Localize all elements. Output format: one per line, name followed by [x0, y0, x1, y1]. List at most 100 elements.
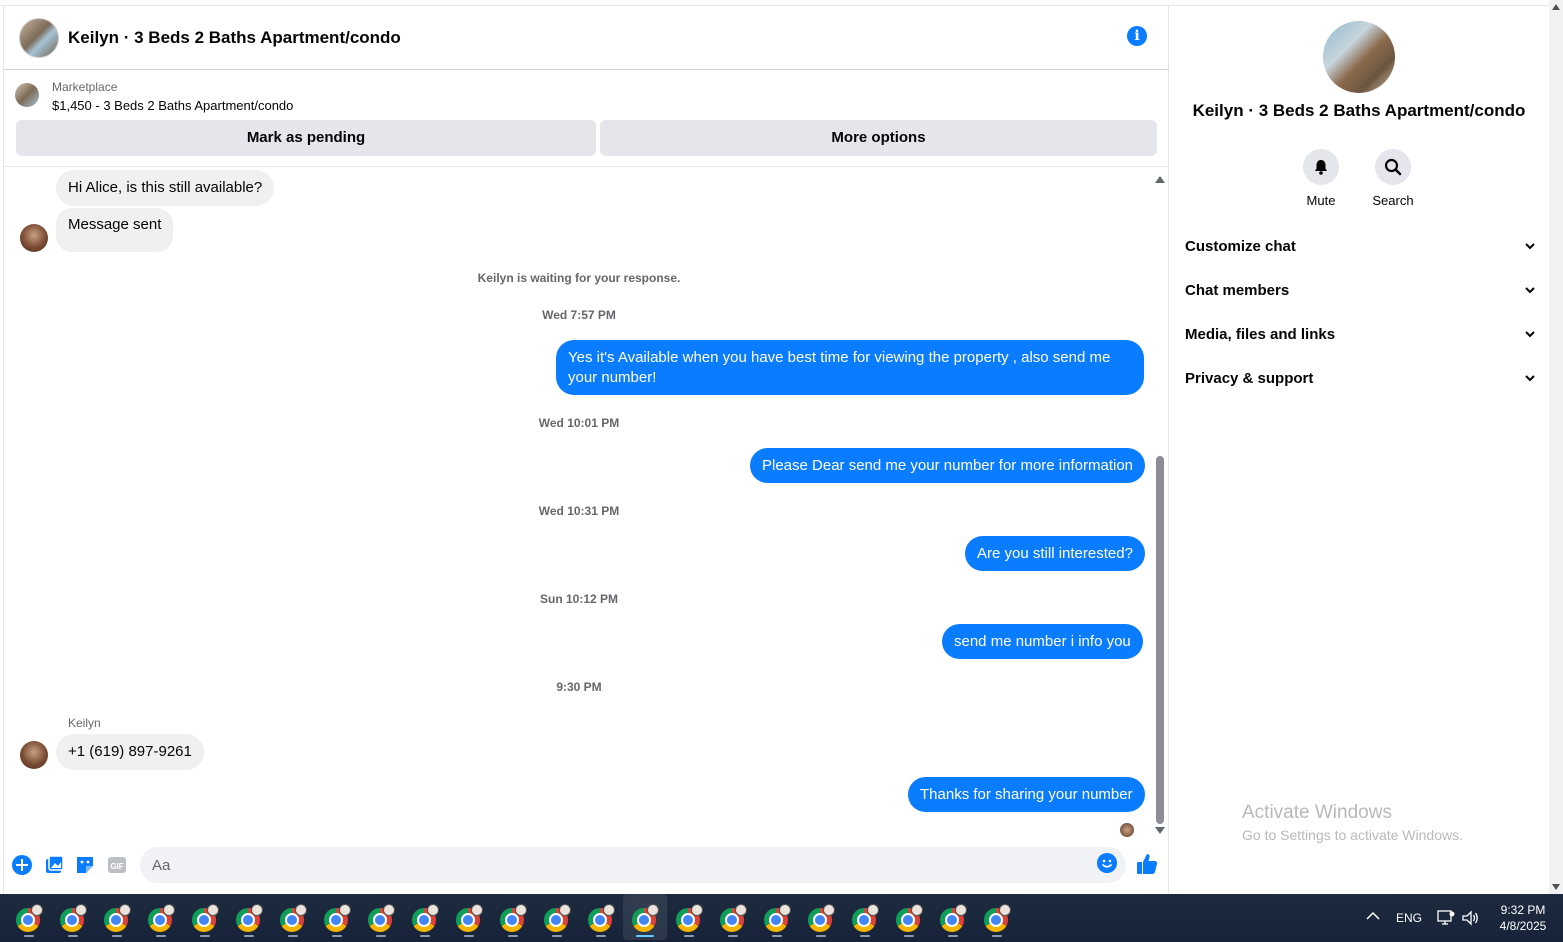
- chrome-window-button[interactable]: [148, 904, 176, 937]
- more-options-button[interactable]: More options: [600, 120, 1157, 156]
- profile-badge-icon: [515, 904, 527, 916]
- incoming-message[interactable]: Hi Alice, is this still available?: [56, 170, 275, 206]
- outgoing-message[interactable]: Yes it's Available when you have best ti…: [556, 340, 1144, 395]
- search-action[interactable]: Search: [1363, 149, 1423, 208]
- chrome-window-button[interactable]: [412, 904, 440, 937]
- profile-badge-icon: [779, 904, 791, 916]
- profile-badge-icon: [119, 904, 131, 916]
- message-composer: GIF: [4, 844, 1169, 888]
- plus-icon[interactable]: [11, 854, 33, 876]
- section-label: Media, files and links: [1185, 325, 1336, 343]
- marketplace-banner: Marketplace $1,450 - 3 Beds 2 Baths Apar…: [4, 70, 1169, 167]
- chat-details-sidebar: Keilyn · 3 Beds 2 Baths Apartment/condo …: [1169, 6, 1549, 894]
- chevron-down-icon: [1525, 375, 1535, 382]
- chat-scrollbar[interactable]: [1155, 176, 1165, 834]
- outgoing-message[interactable]: Please Dear send me your number for more…: [750, 448, 1146, 483]
- profile-badge-icon: [31, 904, 43, 916]
- chrome-window-button[interactable]: [324, 904, 352, 937]
- profile-badge-icon: [75, 904, 87, 916]
- chevron-down-icon: [1525, 287, 1535, 294]
- scroll-down-arrow[interactable]: [1155, 827, 1165, 834]
- chevron-up-icon[interactable]: [1366, 911, 1380, 921]
- scroll-up-arrow[interactable]: [1155, 176, 1165, 183]
- sidebar-listing-avatar[interactable]: [1323, 21, 1395, 93]
- page-scrollbar[interactable]: [1549, 0, 1563, 894]
- running-indicator: [596, 935, 606, 937]
- photo-icon[interactable]: [43, 854, 65, 876]
- profile-badge-icon: [207, 904, 219, 916]
- running-indicator: [420, 935, 430, 937]
- message-input[interactable]: [140, 847, 1126, 883]
- clock-date: 4/8/2025: [1499, 919, 1547, 933]
- listing-avatar[interactable]: [19, 17, 59, 58]
- profile-badge-icon: [955, 904, 967, 916]
- listing-price[interactable]: $1,450 - 3 Beds 2 Baths Apartment/condo: [52, 98, 293, 113]
- emoji-icon[interactable]: [1097, 853, 1117, 873]
- page-scroll-up-arrow[interactable]: [1552, 4, 1560, 10]
- chrome-window-button[interactable]: [544, 904, 572, 937]
- chrome-window-button[interactable]: [192, 904, 220, 937]
- section-label: Customize chat: [1185, 237, 1296, 255]
- incoming-message[interactable]: +1 (619) 897-9261: [56, 734, 204, 770]
- profile-badge-icon: [471, 904, 483, 916]
- conversation-panel: Keilyn · 3 Beds 2 Baths Apartment/condo …: [3, 6, 1169, 894]
- chrome-window-button[interactable]: [984, 904, 1012, 937]
- section-media-files-links[interactable]: Media, files and links: [1185, 312, 1535, 356]
- profile-badge-icon: [603, 904, 615, 916]
- info-icon[interactable]: i: [1127, 26, 1147, 46]
- running-indicator: [860, 935, 870, 937]
- network-icon[interactable]: [1437, 910, 1455, 926]
- chrome-window-button-active[interactable]: [623, 894, 667, 940]
- chrome-window-button[interactable]: [764, 904, 792, 937]
- chrome-window-button[interactable]: [500, 904, 528, 937]
- chrome-window-button[interactable]: [16, 904, 44, 937]
- section-privacy-support[interactable]: Privacy & support: [1185, 356, 1535, 400]
- mark-as-pending-button[interactable]: Mark as pending: [16, 120, 596, 156]
- chrome-window-button[interactable]: [60, 904, 88, 937]
- watermark-subtitle: Go to Settings to activate Windows.: [1242, 827, 1463, 843]
- outgoing-message[interactable]: Are you still interested?: [965, 536, 1145, 571]
- running-indicator: [904, 935, 914, 937]
- section-customize-chat[interactable]: Customize chat: [1185, 224, 1535, 268]
- profile-badge-icon: [559, 904, 571, 916]
- chrome-window-button[interactable]: [280, 904, 308, 937]
- conversation-title[interactable]: Keilyn · 3 Beds 2 Baths Apartment/condo: [68, 28, 401, 48]
- sticker-icon[interactable]: [74, 854, 96, 876]
- chrome-window-button[interactable]: [720, 904, 748, 937]
- volume-icon[interactable]: [1462, 910, 1480, 926]
- message-list: Hi Alice, is this still available? Messa…: [4, 168, 1169, 837]
- language-indicator[interactable]: ENG: [1396, 911, 1422, 925]
- thumbs-up-icon[interactable]: [1135, 852, 1159, 876]
- chrome-window-button[interactable]: [676, 904, 704, 937]
- chrome-window-button[interactable]: [236, 904, 264, 937]
- page-scroll-down-arrow[interactable]: [1552, 884, 1560, 890]
- sender-avatar[interactable]: [20, 224, 48, 252]
- outgoing-message[interactable]: Thanks for sharing your number: [908, 777, 1145, 812]
- listing-thumbnail[interactable]: [15, 83, 39, 107]
- running-indicator: [684, 935, 694, 937]
- system-clock[interactable]: 9:32 PM 4/8/2025: [1488, 902, 1558, 934]
- profile-badge-icon: [427, 904, 439, 916]
- chrome-window-button[interactable]: [456, 904, 484, 937]
- mute-action[interactable]: Mute: [1291, 149, 1351, 208]
- search-label: Search: [1372, 193, 1414, 208]
- sender-avatar[interactable]: [20, 741, 48, 769]
- chrome-window-button[interactable]: [940, 904, 968, 937]
- chrome-window-button[interactable]: [808, 904, 836, 937]
- search-button[interactable]: [1375, 149, 1411, 185]
- gif-icon[interactable]: GIF: [106, 854, 128, 876]
- mute-button[interactable]: [1303, 149, 1339, 185]
- chrome-window-button[interactable]: [852, 904, 880, 937]
- chrome-window-button[interactable]: [368, 904, 396, 937]
- profile-badge-icon: [823, 904, 835, 916]
- timestamp: Wed 10:01 PM: [538, 416, 620, 430]
- profile-badge-icon: [999, 904, 1011, 916]
- chrome-window-button[interactable]: [588, 904, 616, 937]
- incoming-message[interactable]: Message sent: [56, 208, 174, 252]
- chrome-window-button[interactable]: [104, 904, 132, 937]
- running-indicator: [636, 935, 654, 937]
- section-chat-members[interactable]: Chat members: [1185, 268, 1535, 312]
- outgoing-message[interactable]: send me number i info you: [942, 624, 1143, 659]
- scroll-thumb[interactable]: [1156, 456, 1164, 824]
- chrome-window-button[interactable]: [896, 904, 924, 937]
